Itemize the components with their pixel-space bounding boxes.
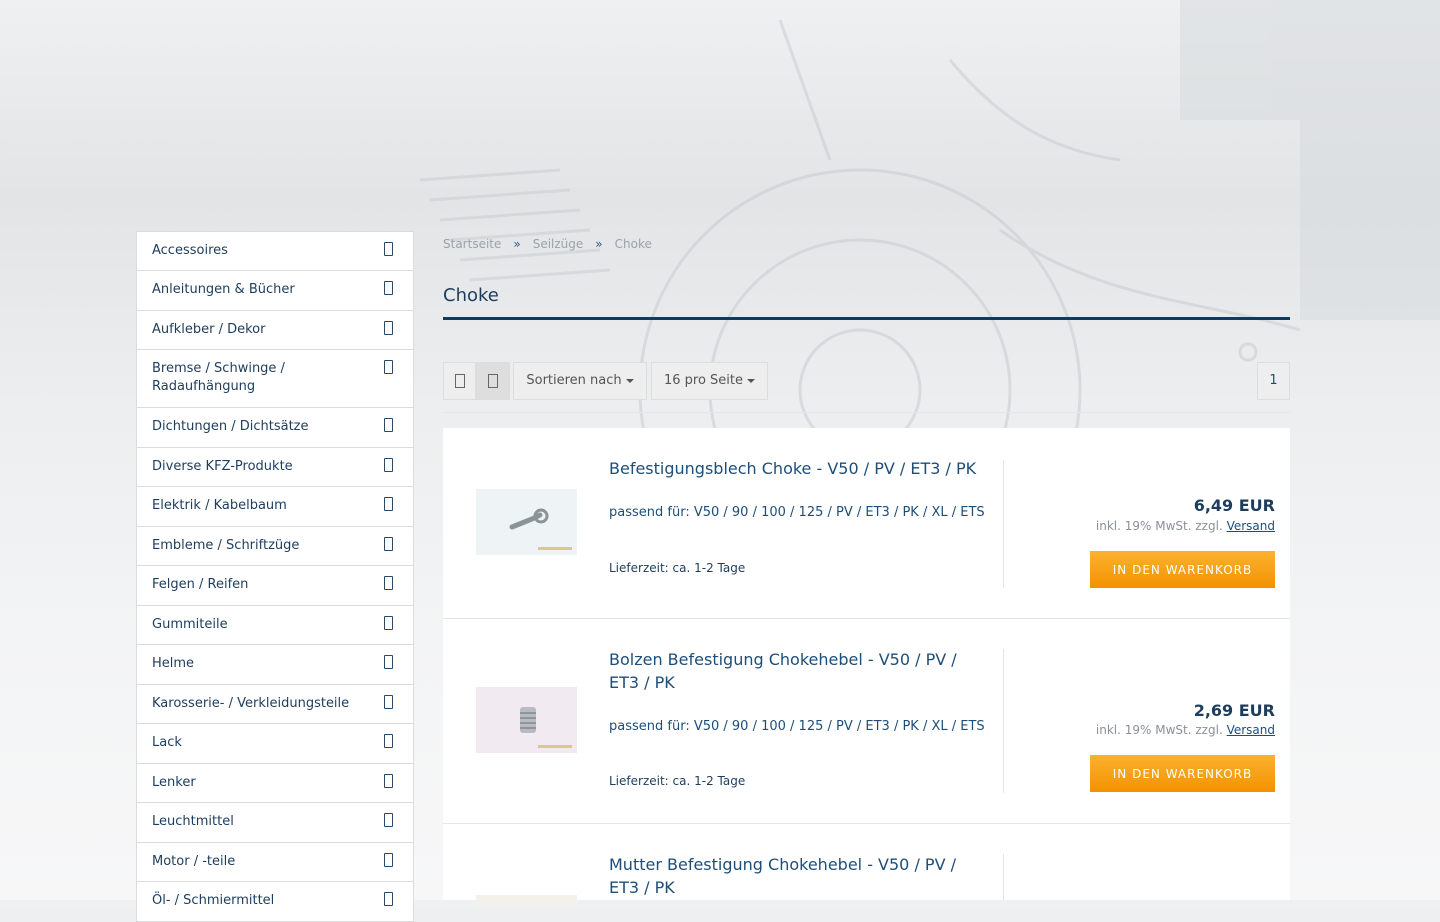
chevron-right-icon [384,321,393,335]
category-label: Leuchtmittel [152,814,234,829]
add-to-cart-button[interactable]: IN DEN WARENKORB [1090,755,1275,792]
chevron-right-icon [384,655,393,669]
category-item-aufkleber[interactable]: Aufkleber / Dekor [137,311,413,350]
column-divider [1003,854,1004,900]
chevron-right-icon [384,360,393,374]
category-label: Felgen / Reifen [152,577,249,592]
sort-dropdown[interactable]: Sortieren nach [513,362,647,400]
per-page-dropdown[interactable]: 16 pro Seite [651,362,768,400]
breadcrumb-separator: » [513,237,521,251]
chevron-right-icon [384,242,393,256]
per-page-label: 16 pro Seite [663,373,744,388]
category-label: Helme [152,656,195,671]
product-price: 2,69 EUR [1193,701,1275,720]
category-item-bremse[interactable]: Bremse / Schwinge / Radaufhängung [137,350,413,408]
product-name-link[interactable]: Befestigungsblech Choke - V50 / PV / ET3… [609,457,989,480]
breadcrumb-seilzuege-link[interactable]: Seilzüge [533,237,584,251]
main-content: Startseite » Seilzüge » Choke Choke Sortiere… [443,231,1290,413]
chevron-right-icon [384,695,393,709]
product-name-link[interactable]: Bolzen Befestigung Chokehebel - V50 / PV… [609,648,989,694]
pagination-page-1[interactable]: 1 [1257,362,1290,400]
category-item-leuchtmittel[interactable]: Leuchtmittel [137,803,413,843]
product-delivery-time: Lieferzeit: ca. 1-2 Tage [609,774,746,788]
category-label: Accessoires [152,243,228,258]
category-label: Öl- / Schmiermittel [152,893,275,908]
category-item-oel[interactable]: Öl- / Schmiermittel [137,882,413,922]
category-label: Gummiteile [152,617,228,632]
breadcrumb-home-link[interactable]: Startseite [443,237,501,251]
category-item-accessoires[interactable]: Accessoires [137,232,413,271]
chevron-right-icon [384,576,393,590]
product-item: Bolzen Befestigung Chokehebel - V50 / PV… [443,619,1290,824]
caret-down-icon [747,378,756,383]
category-item-diverse-kfz[interactable]: Diverse KFZ-Produkte [137,448,413,487]
product-fitment: passend für: V50 / 90 / 100 / 125 / PV /… [609,719,985,734]
caret-down-icon [625,378,634,383]
chevron-right-icon [384,497,393,511]
toolbar-divider [443,412,1290,413]
chevron-right-icon [384,458,393,472]
category-item-dichtungen[interactable]: Dichtungen / Dichtsätze [137,408,413,448]
shipping-link[interactable]: Versand [1227,723,1275,737]
category-item-anleitungen[interactable]: Anleitungen & Bücher [137,271,413,311]
category-label: Aufkleber / Dekor [152,322,266,337]
chevron-right-icon [384,853,393,867]
chevron-right-icon [384,616,393,630]
tax-text: inkl. 19% MwSt. zzgl. [1095,519,1223,533]
chevron-right-icon [384,537,393,551]
column-divider [1003,649,1004,793]
listing-toolbar: Sortieren nach 16 pro Seite 1 [443,362,1290,400]
product-tax-info: inkl. 19% MwSt. zzgl. Versand [1096,519,1275,533]
category-item-lack[interactable]: Lack [137,724,413,764]
shipping-link[interactable]: Versand [1227,519,1275,533]
column-divider [1003,460,1004,588]
breadcrumb-separator: » [595,237,603,251]
product-item: Befestigungsblech Choke - V50 / PV / ET3… [443,428,1290,619]
product-fitment: passend für: V50 / 90 / 100 / 125 / PV /… [609,505,985,520]
product-item: Mutter Befestigung Chokehebel - V50 / PV… [443,824,1290,905]
product-name-link[interactable]: Mutter Befestigung Chokehebel - V50 / PV… [609,853,989,899]
list-view-button[interactable] [476,362,510,400]
category-label: Karosserie- / Verkleidungsteile [152,696,350,711]
category-item-motor[interactable]: Motor / -teile [137,843,413,882]
category-item-elektrik[interactable]: Elektrik / Kabelbaum [137,487,413,527]
category-label: Anleitungen & Bücher [152,282,295,297]
product-delivery-time: Lieferzeit: ca. 1-2 Tage [609,561,746,575]
sort-label: Sortieren nach [526,373,622,388]
grid-view-icon [454,373,465,388]
category-label: Bremse / Schwinge / Radaufhängung [152,361,285,394]
chevron-right-icon [384,774,393,788]
product-image[interactable] [476,890,577,905]
category-label: Motor / -teile [152,854,236,869]
list-view-icon [488,373,498,388]
category-label: Diverse KFZ-Produkte [152,459,293,474]
product-image[interactable] [476,489,577,555]
category-item-helme[interactable]: Helme [137,645,413,685]
category-sidebar: Accessoires Anleitungen & Bücher Aufkleb… [136,231,414,922]
chevron-right-icon [384,281,393,295]
category-item-embleme[interactable]: Embleme / Schriftzüge [137,527,413,566]
category-label: Embleme / Schriftzüge [152,538,300,553]
category-label: Lack [152,735,182,750]
grid-view-button[interactable] [443,362,476,400]
product-tax-info: inkl. 19% MwSt. zzgl. Versand [1096,723,1275,737]
chevron-right-icon [384,418,393,432]
category-label: Dichtungen / Dichtsätze [152,419,309,434]
product-image[interactable] [476,687,577,753]
add-to-cart-button[interactable]: IN DEN WARENKORB [1090,551,1275,588]
chevron-right-icon [384,734,393,748]
category-label: Elektrik / Kabelbaum [152,498,287,513]
chevron-right-icon [384,892,393,906]
category-item-lenker[interactable]: Lenker [137,764,413,803]
category-item-karosserie[interactable]: Karosserie- / Verkleidungsteile [137,685,413,724]
category-item-felgen[interactable]: Felgen / Reifen [137,566,413,606]
category-item-gummiteile[interactable]: Gummiteile [137,606,413,645]
page-title: Choke [443,285,1290,320]
breadcrumb: Startseite » Seilzüge » Choke [443,231,1290,257]
product-price: 6,49 EUR [1193,496,1275,515]
chevron-right-icon [384,813,393,827]
breadcrumb-current: Choke [614,237,652,251]
tax-text: inkl. 19% MwSt. zzgl. [1095,723,1223,737]
category-label: Lenker [152,775,196,790]
